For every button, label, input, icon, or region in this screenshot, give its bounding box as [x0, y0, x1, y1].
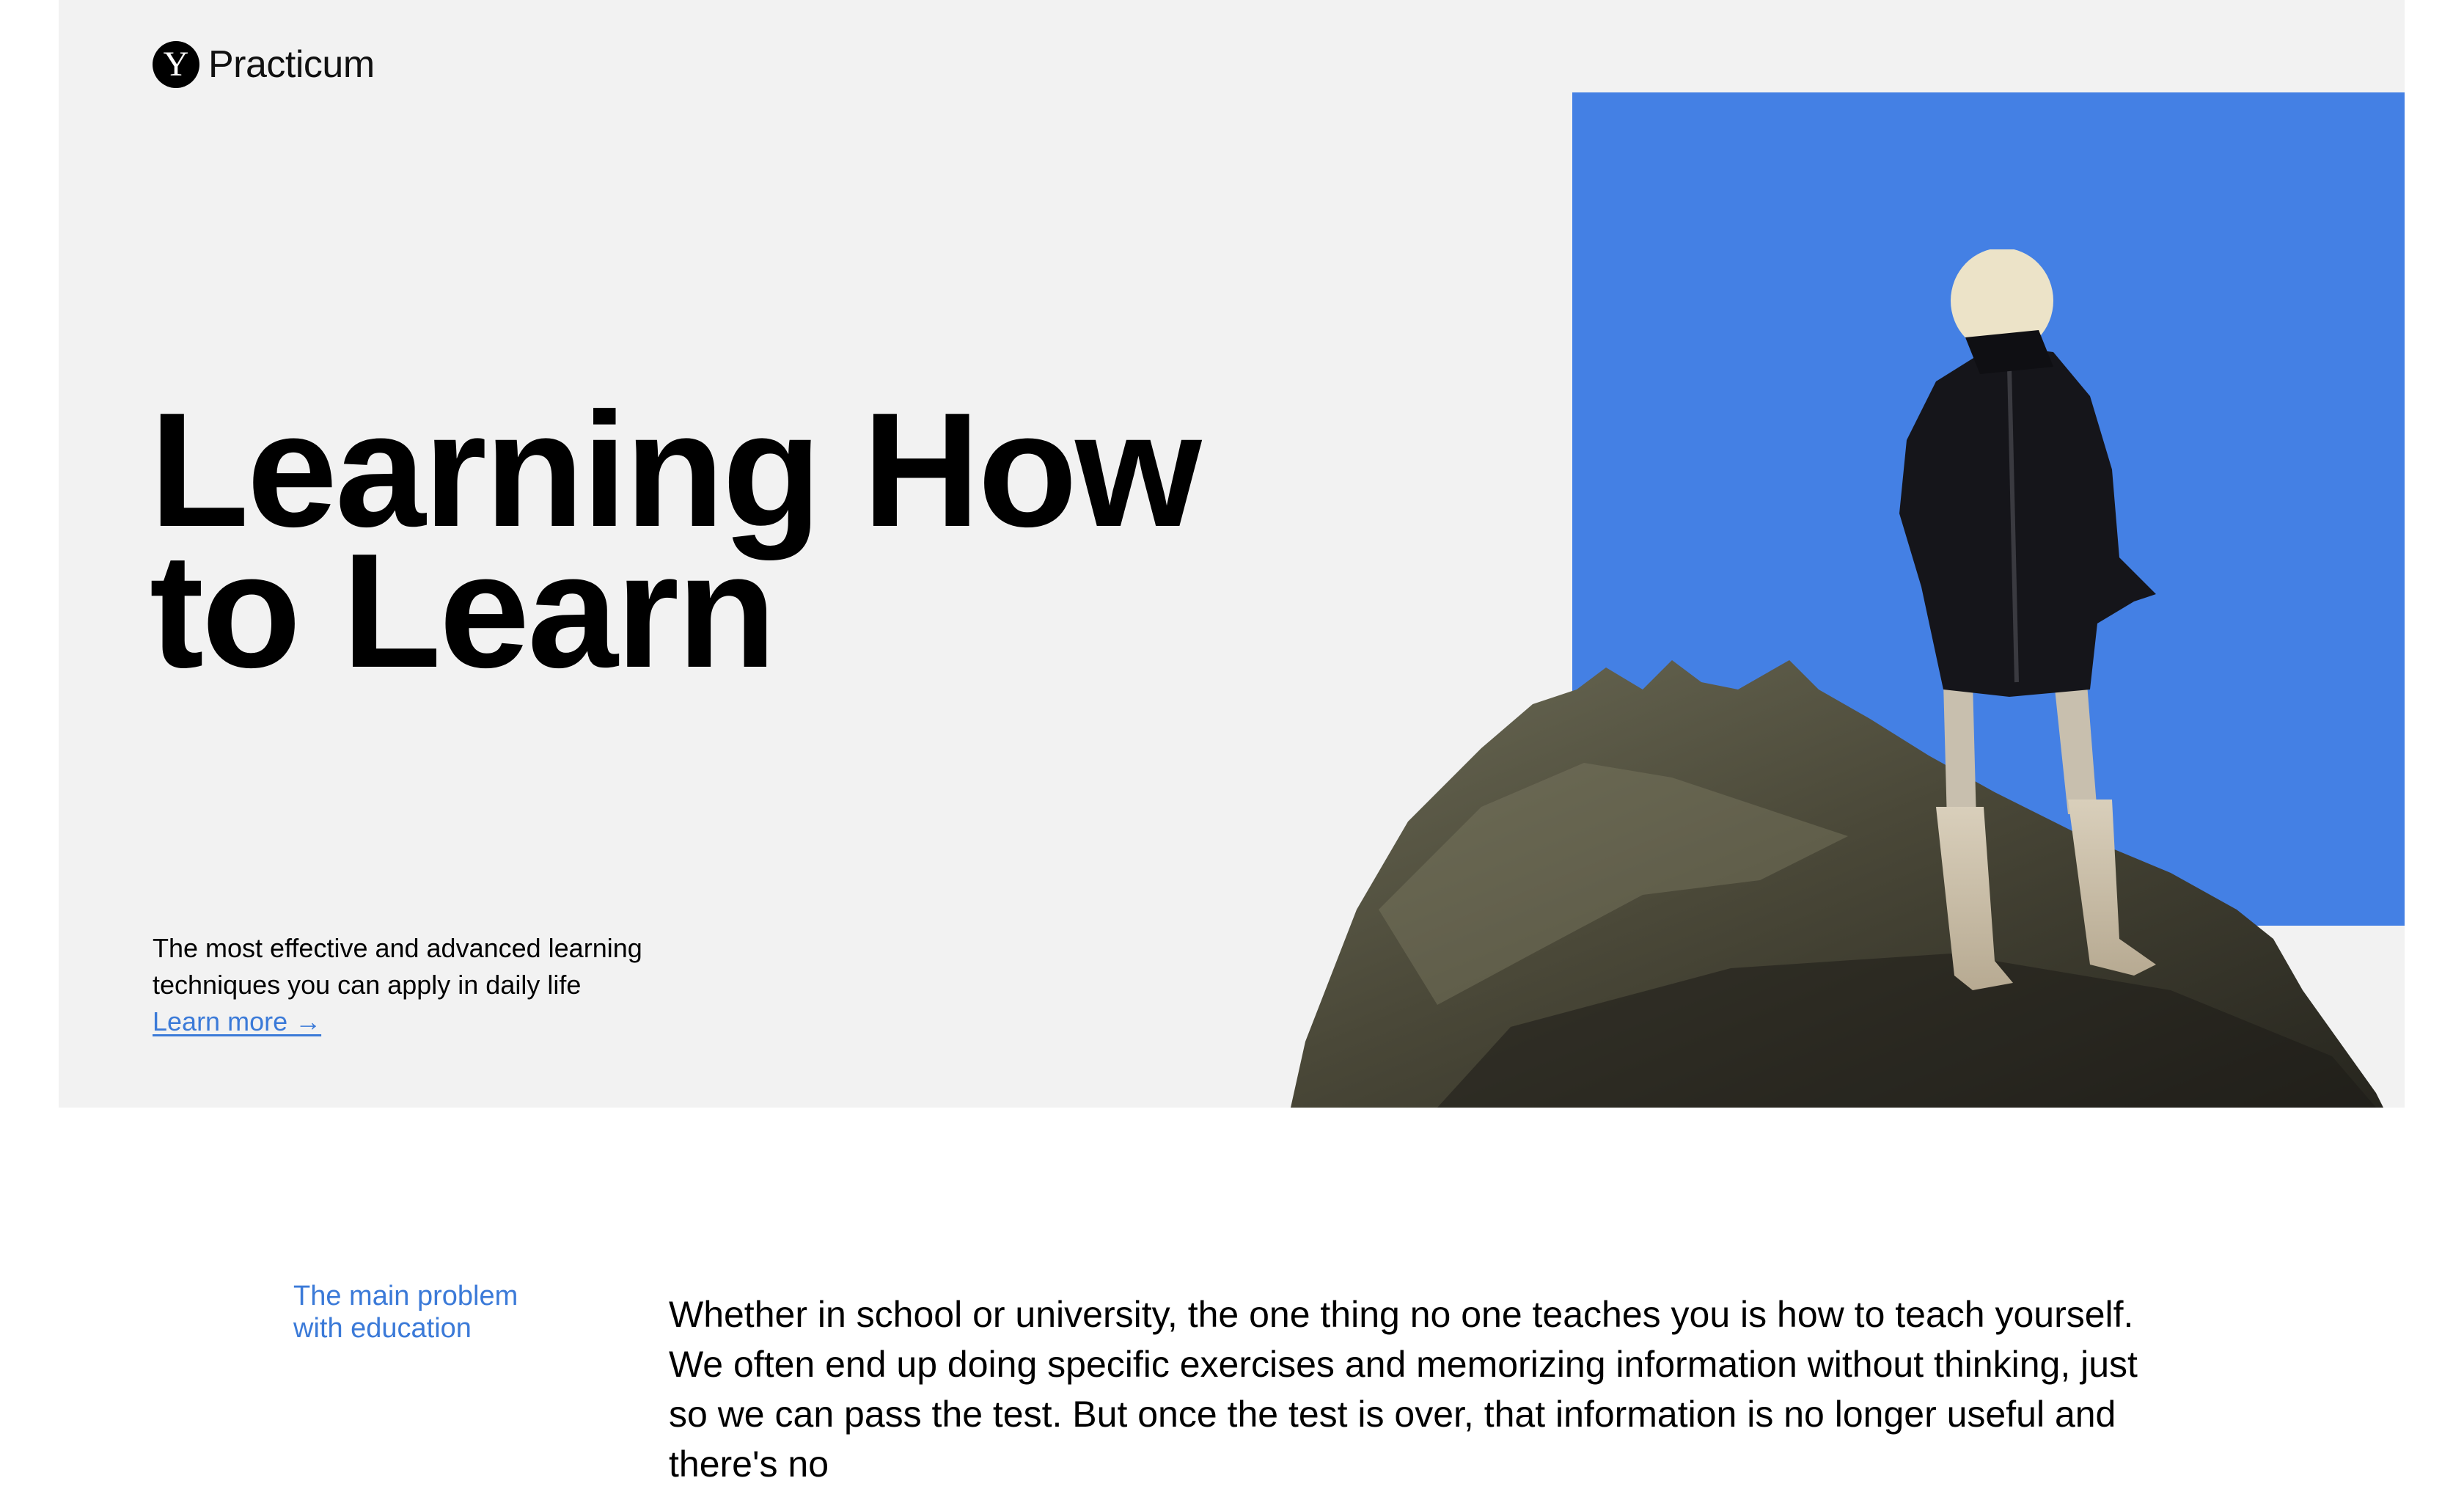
hero-section: Y Practicum Learning How to Learn The mo… — [59, 0, 2405, 1108]
left-leg — [1943, 682, 1976, 822]
coat — [1899, 345, 2156, 697]
hero-title-line-2: to Learn — [150, 520, 777, 702]
learn-more-link[interactable]: Learn more → — [153, 1003, 321, 1040]
logo-text: Practicum — [208, 43, 375, 86]
section-label-line-1: The main problem — [293, 1281, 518, 1311]
section-label: The main problem with education — [293, 1280, 572, 1345]
main-content: The main problem with education Whether … — [0, 1108, 2464, 1485]
section-body-text: Whether in school or university, the one… — [669, 1294, 2138, 1485]
hero-illustration-person-on-rock — [1291, 249, 2383, 1108]
practicum-logo[interactable]: Y Practicum — [153, 41, 375, 88]
yandex-y-logo-icon: Y — [153, 41, 199, 88]
right-leg — [2053, 675, 2097, 814]
hero-subtitle-line-1: The most effective and advanced learning — [153, 933, 642, 963]
hero-title: Learning How to Learn — [150, 389, 1202, 702]
hero-subtitle-line-2: techniques you can apply in daily life — [153, 970, 582, 1000]
collar — [1965, 330, 2053, 374]
section-label-line-2: with education — [293, 1313, 472, 1344]
hero-subtitle: The most effective and advanced learning… — [153, 930, 710, 1040]
